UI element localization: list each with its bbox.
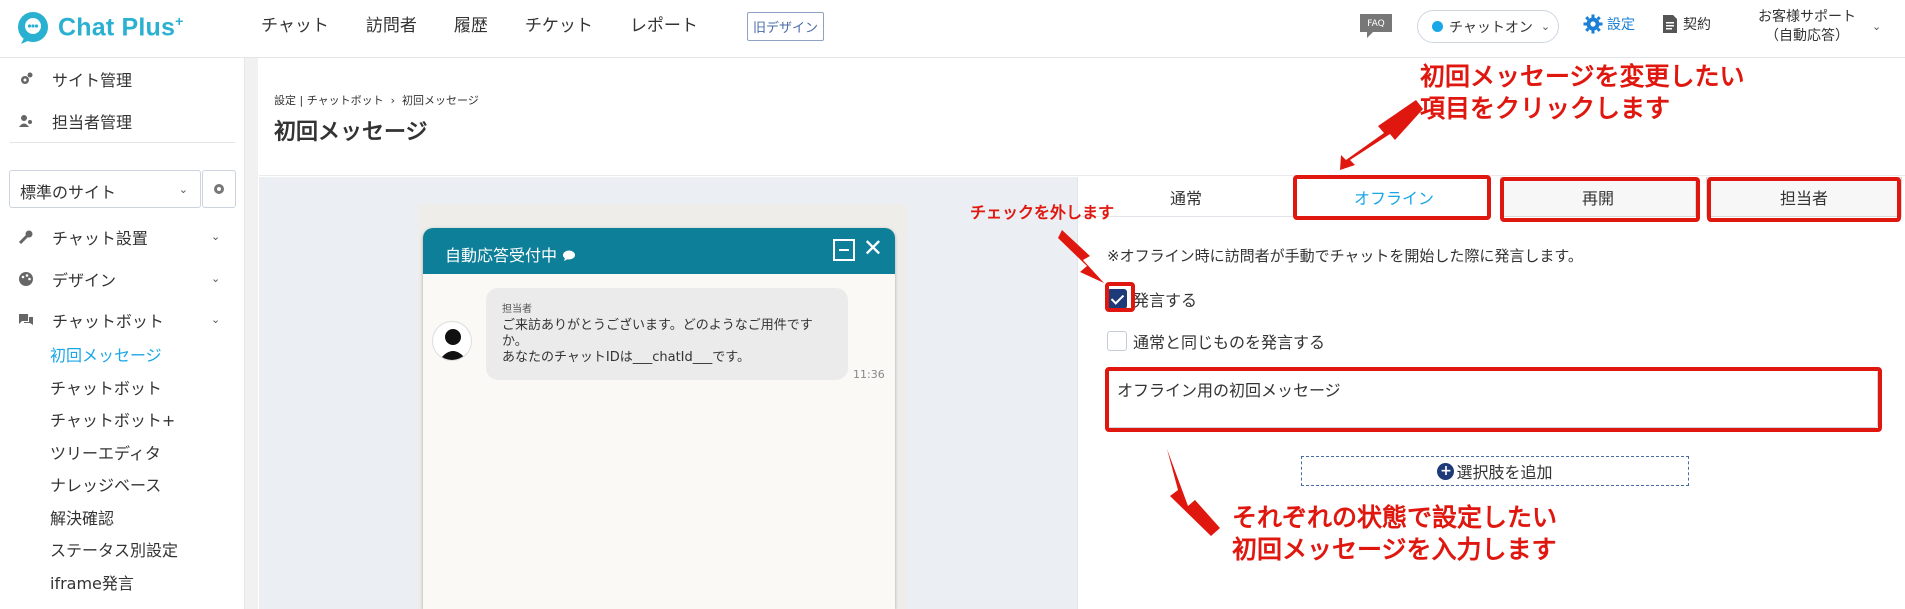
page-title: 初回メッセージ <box>274 120 428 145</box>
offline-note: ※オフライン時に訪問者が手動でチャットを開始した際に発言します。 <box>1107 247 1583 265</box>
site-settings-button[interactable] <box>202 170 236 208</box>
chat-status-dropdown[interactable]: チャットオン ⌄ <box>1417 10 1559 43</box>
sidebar-subitem-tree-editor[interactable]: ツリーエディタ <box>50 440 161 464</box>
sidebar-item-staff-management[interactable]: 担当者管理 <box>18 109 132 133</box>
close-icon[interactable]: ✕ <box>863 236 883 260</box>
chatplus-logo[interactable]: Chat Plus+ <box>16 10 184 46</box>
widget-title: 自動応答受付中 <box>445 246 558 265</box>
sidebar-subitem-chatbot-plus[interactable]: チャットボット+ <box>50 407 175 431</box>
sidebar-subitem-resolution-check[interactable]: 解決確認 <box>50 505 114 529</box>
add-choice-button[interactable]: + 選択肢を追加 <box>1301 456 1689 486</box>
chat-bubbles-icon <box>18 312 34 328</box>
sidebar-label: デザイン <box>52 271 117 290</box>
site-select-value: 標準のサイト <box>20 183 117 202</box>
minimize-icon[interactable] <box>833 239 855 261</box>
chevron-down-icon: ⌄ <box>178 183 188 196</box>
breadcrumb-settings[interactable]: 設定 <box>274 94 296 107</box>
message-time: 11:36 <box>853 368 885 381</box>
sidebar-item-design[interactable]: デザイン <box>18 267 116 291</box>
avatar <box>432 321 472 361</box>
nav-reports[interactable]: レポート <box>630 14 698 38</box>
highlight-message-textarea <box>1105 367 1882 432</box>
breadcrumb-separator: | <box>299 94 304 107</box>
users-icon <box>18 113 34 129</box>
sidebar-scrollbar[interactable] <box>244 58 258 609</box>
site-select[interactable]: 標準のサイト ⌄ <box>9 170 201 208</box>
annotation-bottom-line2: 初回メッセージを入力します <box>1232 535 1557 564</box>
chatplus-logo-icon <box>16 10 52 46</box>
highlight-tab-offline <box>1293 175 1491 220</box>
speech-bubble-icon <box>562 246 576 265</box>
breadcrumb: 設定 | チャットボット › 初回メッセージ <box>274 92 479 108</box>
old-design-button[interactable]: 旧デザイン <box>747 12 825 41</box>
plus-icon: + <box>1437 462 1455 480</box>
same-as-normal-row[interactable]: 通常と同じものを発言する <box>1107 329 1325 353</box>
chevron-down-icon[interactable]: ⌄ <box>1872 20 1881 33</box>
chat-status-label: チャットオン <box>1449 19 1533 36</box>
speak-label: 発言する <box>1133 291 1198 310</box>
message-bubble: 担当者 ご来訪ありがとうございます。どのようなご用件ですか。 あなたのチャットI… <box>486 288 848 380</box>
annotation-bottom: それぞれの状態で設定したい 初回メッセージを入力します <box>1232 502 1557 566</box>
chevron-down-icon: ⌄ <box>1540 20 1551 33</box>
faq-icon[interactable]: FAQ <box>1359 13 1393 39</box>
palette-icon <box>18 271 34 287</box>
message-sender: 担当者 <box>502 304 532 315</box>
nav-chat[interactable]: チャット <box>261 14 329 38</box>
annotation-top-line2: 項目をクリックします <box>1420 94 1671 123</box>
breadcrumb-separator: › <box>390 94 396 107</box>
divider <box>10 142 235 143</box>
highlight-tab-resume <box>1500 177 1700 222</box>
sidebar: サイト管理 担当者管理 <box>0 58 244 609</box>
sidebar-label: チャットボット <box>52 312 164 331</box>
annotation-top: 初回メッセージを変更したい 項目をクリックします <box>1420 61 1745 125</box>
faq-label: FAQ <box>1367 19 1384 29</box>
sidebar-subitem-iframe[interactable]: iframe発言 <box>50 570 134 594</box>
sidebar-item-chat-setup[interactable]: チャット設置 <box>18 225 148 249</box>
sidebar-subitem-knowledge-base[interactable]: ナレッジベース <box>50 472 161 496</box>
message-text: ご来訪ありがとうございます。どのようなご用件ですか。 あなたのチャットIDは__… <box>502 318 813 365</box>
contract-button[interactable]: 契約 <box>1662 14 1711 34</box>
chat-widget-preview: 自動応答受付中 ✕ 担当者 ご来訪ありがとうございます。どのようなご用件ですか。… <box>423 228 895 609</box>
sidebar-label: チャット設置 <box>52 229 148 248</box>
sidebar-label: サイト管理 <box>52 71 133 90</box>
gear-icon <box>214 184 224 194</box>
logo-text: Chat Plus+ <box>58 13 184 42</box>
account-menu[interactable]: お客様サポート （自動応答） <box>1758 8 1856 46</box>
account-name: お客様サポート <box>1758 9 1856 25</box>
widget-header: 自動応答受付中 ✕ <box>423 228 895 274</box>
sidebar-label: 担当者管理 <box>52 113 133 132</box>
annotation-uncheck: チェックを外します <box>970 203 1115 222</box>
same-as-normal-checkbox[interactable] <box>1107 331 1127 351</box>
document-icon <box>1663 15 1677 33</box>
gear-icon <box>18 71 34 87</box>
highlight-speak-checkbox <box>1105 282 1135 312</box>
sidebar-subitem-initial-message[interactable]: 初回メッセージ <box>50 342 162 366</box>
contract-label: 契約 <box>1683 17 1711 33</box>
nav-visitors[interactable]: 訪問者 <box>366 14 417 38</box>
chevron-down-icon[interactable]: ⌄ <box>211 313 220 326</box>
sidebar-item-site-management[interactable]: サイト管理 <box>18 67 132 91</box>
main-nav: チャット 訪問者 履歴 チケット レポート <box>261 14 735 38</box>
sidebar-subitem-chatbot[interactable]: チャットボット <box>50 375 162 399</box>
nav-history[interactable]: 履歴 <box>454 14 488 38</box>
chevron-down-icon[interactable]: ⌄ <box>211 272 220 285</box>
same-as-normal-label: 通常と同じものを発言する <box>1133 333 1326 352</box>
chevron-down-icon[interactable]: ⌄ <box>211 230 220 243</box>
tools-icon <box>18 229 34 245</box>
settings-button[interactable]: 設定 <box>1583 14 1635 34</box>
nav-tickets[interactable]: チケット <box>525 14 593 38</box>
settings-label: 設定 <box>1607 17 1635 33</box>
status-dot <box>1432 21 1443 32</box>
gear-icon <box>1583 14 1603 34</box>
sidebar-item-chatbot[interactable]: チャットボット <box>18 308 164 332</box>
annotation-top-line1: 初回メッセージを変更したい <box>1420 62 1745 91</box>
add-choice-label: 選択肢を追加 <box>1456 463 1553 482</box>
top-bar: Chat Plus+ チャット 訪問者 履歴 チケット レポート 旧デザイン F… <box>0 0 1905 58</box>
breadcrumb-current: 初回メッセージ <box>402 94 479 107</box>
breadcrumb-chatbot[interactable]: チャットボット <box>307 94 384 107</box>
annotation-bottom-line1: それぞれの状態で設定したい <box>1232 503 1558 532</box>
account-subtitle: （自動応答） <box>1765 28 1849 44</box>
sidebar-subitem-status-settings[interactable]: ステータス別設定 <box>50 537 178 561</box>
highlight-tab-staff <box>1707 177 1901 222</box>
